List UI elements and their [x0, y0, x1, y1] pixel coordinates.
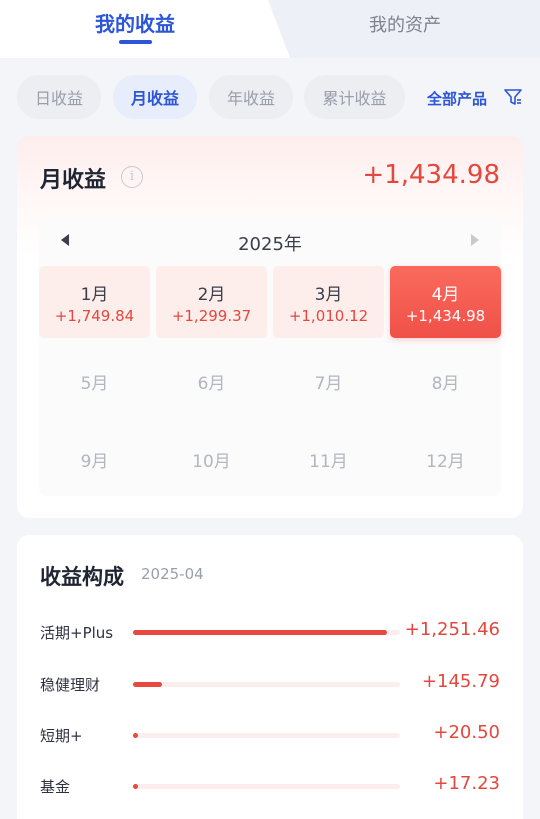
info-icon[interactable]: i: [121, 166, 143, 188]
tab-my-assets[interactable]: 我的资产: [330, 11, 480, 37]
period-filter-row: 日收益 月收益 年收益 累计收益 全部产品: [0, 58, 540, 136]
month-name: 6月: [197, 374, 226, 394]
share-bar-track: [133, 784, 400, 789]
breakdown-row[interactable]: 活期+Plus +1,251.46: [17, 617, 523, 647]
share-bar-track: [133, 630, 400, 635]
month-cell[interactable]: 6月: [156, 344, 267, 416]
month-cell[interactable]: 5月: [39, 344, 150, 416]
month-cell[interactable]: 2月 +1,299.37: [156, 266, 267, 338]
monthly-title: 月收益: [40, 168, 107, 193]
month-cell[interactable]: 9月: [39, 422, 150, 494]
monthly-earnings-card: 月收益 i +1,434.98 2025年 1月 +1,749.84 2月 +1,29…: [17, 136, 523, 518]
month-name: 4月: [431, 285, 460, 305]
breakdown-title: 收益构成: [40, 565, 124, 589]
product-earnings-value: +20.50: [433, 722, 500, 743]
tab-my-earnings[interactable]: 我的收益: [70, 8, 200, 37]
share-bar-fill: [133, 630, 387, 635]
month-earnings-value: +1,749.84: [54, 307, 135, 325]
month-name: 7月: [314, 374, 343, 394]
tab-active-indicator: [119, 40, 152, 44]
product-earnings-value: +1,251.46: [404, 619, 500, 640]
month-name: 1月: [80, 285, 109, 305]
monthly-total: +1,434.98: [362, 160, 500, 190]
breakdown-row[interactable]: 短期+ +20.50: [17, 720, 523, 750]
triangle-right-icon[interactable]: [471, 234, 479, 246]
share-bar-fill: [133, 733, 139, 738]
month-cell[interactable]: 3月 +1,010.12: [273, 266, 384, 338]
earnings-breakdown-card: 收益构成 2025-04 活期+Plus +1,251.46 稳健理财 +145.79…: [17, 535, 523, 819]
month-name: 10月: [192, 452, 231, 472]
month-earnings-value: +1,010.12: [288, 307, 369, 325]
all-products-filter[interactable]: 全部产品: [427, 88, 487, 109]
product-label: 基金: [40, 778, 71, 796]
share-bar-track: [133, 682, 400, 687]
product-label: 短期+: [40, 727, 83, 745]
product-earnings-value: +145.79: [421, 671, 500, 692]
month-cell[interactable]: 4月 +1,434.98: [390, 266, 501, 338]
share-bar-fill: [133, 784, 139, 789]
breakdown-row[interactable]: 基金 +17.23: [17, 771, 523, 801]
month-name: 5月: [80, 374, 109, 394]
month-cell[interactable]: 10月: [156, 422, 267, 494]
month-name: 3月: [314, 285, 343, 305]
product-label: 稳健理财: [40, 676, 101, 694]
month-name: 2月: [197, 285, 226, 305]
month-earnings-value: +1,434.98: [405, 307, 486, 325]
month-name: 12月: [426, 452, 465, 472]
period-tab-year[interactable]: 年收益: [209, 75, 293, 119]
month-name: 8月: [431, 374, 460, 394]
period-tab-day[interactable]: 日收益: [17, 75, 101, 119]
month-cell[interactable]: 11月: [273, 422, 384, 494]
month-cell[interactable]: 1月 +1,749.84: [39, 266, 150, 338]
share-bar-track: [133, 733, 400, 738]
month-earnings-value: +1,299.37: [171, 307, 252, 325]
breakdown-row[interactable]: 稳健理财 +145.79: [17, 669, 523, 699]
share-bar-fill: [133, 682, 163, 687]
period-tab-month[interactable]: 月收益: [113, 75, 197, 119]
period-tab-total[interactable]: 累计收益: [304, 75, 405, 119]
month-cell[interactable]: 7月: [273, 344, 384, 416]
year-navigator: 2025年: [39, 218, 501, 266]
top-tab-bar: 我的收益 我的资产: [0, 0, 540, 58]
month-cell[interactable]: 12月: [390, 422, 501, 494]
product-label: 活期+Plus: [40, 624, 114, 642]
month-name: 11月: [309, 452, 348, 472]
month-cell[interactable]: 8月: [390, 344, 501, 416]
product-earnings-value: +17.23: [433, 773, 500, 794]
year-label: 2025年: [238, 234, 302, 255]
month-name: 9月: [80, 452, 109, 472]
month-calendar: 2025年 1月 +1,749.84 2月 +1,299.37 3月 +1,010.12 4…: [39, 218, 501, 496]
breakdown-date: 2025-04: [141, 565, 204, 583]
filter-icon[interactable]: [503, 87, 523, 107]
